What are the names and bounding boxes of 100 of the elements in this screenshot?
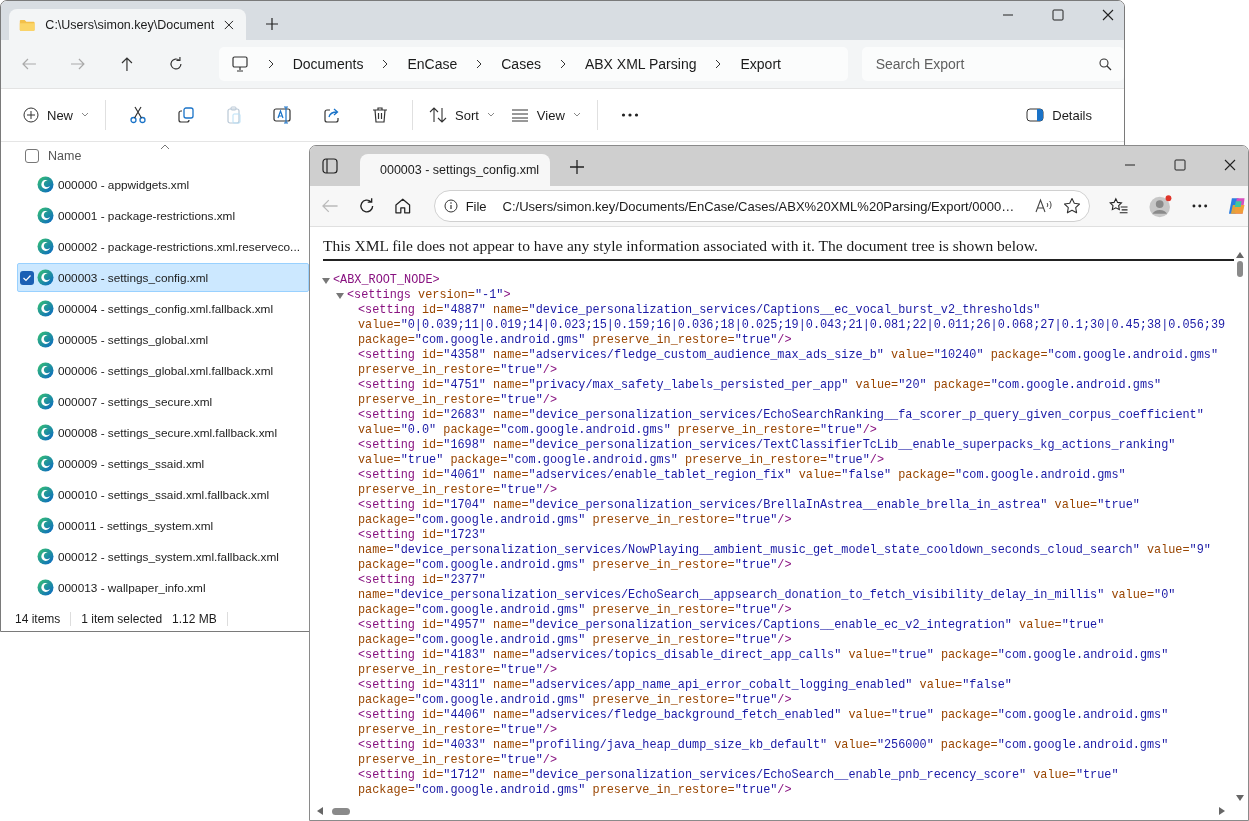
sort-arrows-icon: [429, 107, 447, 123]
xml-line: <setting id="1712" name="device_personalization_services/EchoSearch__enable_pnb_recency_score" value="true": [358, 768, 1119, 783]
file-row[interactable]: 000010 - settings_ssaid.xml.fallback.xml: [17, 480, 309, 509]
file-row[interactable]: 000013 - wallpaper_info.xml: [17, 573, 309, 602]
search-icon: [1099, 58, 1113, 71]
details-button[interactable]: Details: [1018, 101, 1100, 129]
file-name: 000007 - settings_secure.xml: [58, 394, 213, 409]
search-field[interactable]: Search Export: [861, 47, 1124, 81]
scroll-up-icon[interactable]: [1235, 251, 1245, 259]
breadcrumb-item[interactable]: Cases: [501, 56, 541, 72]
favorites-icon[interactable]: [1109, 197, 1129, 215]
expand-toggle-icon[interactable]: [336, 291, 344, 300]
breadcrumb-item[interactable]: ABX XML Parsing: [584, 56, 697, 72]
swirl-icon: [37, 486, 54, 503]
scroll-thumb[interactable]: [1237, 261, 1243, 277]
breadcrumb-item[interactable]: EnCase: [407, 56, 458, 72]
column-header[interactable]: Name: [48, 149, 82, 163]
select-all-checkbox[interactable]: [25, 149, 39, 163]
file-row[interactable]: 000005 - settings_global.xml: [17, 325, 309, 354]
star-icon[interactable]: [1063, 197, 1082, 215]
scissors-icon[interactable]: [129, 106, 147, 124]
file-row[interactable]: 000003 - settings_config.xml: [17, 263, 309, 292]
xml-line: <setting id="4033" name="profiling/java_heap_dump_size_kb_default" value="256000" package="com.google.android.gms": [358, 738, 1169, 753]
file-row[interactable]: 000000 - appwidgets.xml: [17, 170, 309, 199]
refresh-icon[interactable]: [357, 197, 376, 215]
more-icon[interactable]: [620, 112, 639, 118]
new-button[interactable]: New: [15, 101, 97, 129]
xml-line: <setting id="4061" name="adservices/enable_tablet_region_fix" value="false" package="com.google.android.gms": [358, 468, 1126, 483]
browser-tab[interactable]: 000003 - settings_config.xml: [360, 154, 550, 186]
file-row[interactable]: 000004 - settings_config.xml.fallback.xml: [17, 294, 309, 323]
file-row[interactable]: 000008 - settings_secure.xml.fallback.xml: [17, 418, 309, 447]
file-row[interactable]: 000012 - settings_system.xml.fallback.xml: [17, 542, 309, 571]
xml-line: value="0.0" package="com.google.android.gms" preserve_in_restore="true"/>: [358, 423, 877, 438]
breadcrumb-item[interactable]: Documents: [292, 56, 364, 72]
scroll-left-icon[interactable]: [316, 806, 324, 816]
file-name: 000010 - settings_ssaid.xml.fallback.xml: [58, 487, 270, 502]
rename-icon[interactable]: [273, 106, 293, 124]
xml-line: <setting id="4957" name="device_personalization_services/Captions__enable_ec_v2_integration" value="true": [358, 618, 1105, 633]
notice-text: This XML file does not appear to have any style information associated with it. The document tree is shown below.: [322, 236, 1039, 255]
view-button[interactable]: View: [502, 101, 589, 129]
close-icon[interactable]: [1224, 159, 1236, 171]
swirl-icon: [37, 176, 54, 193]
xml-line: preserve_in_restore="true"/>: [358, 723, 558, 738]
xml-line: <ABX_ROOT_NODE>: [333, 273, 440, 288]
xml-line: package="com.google.android.gms" preserve_in_restore="true"/>: [358, 693, 792, 708]
address-field[interactable]: File C:/Users/simon.key/Documents/EnCase/Cases/ABX%20XML%20Parsing/Export/0000…: [433, 190, 1091, 222]
xml-line: name="device_personalization_services/EchoSearch__appsearch_donation_to_fetch_visibility_delay_in_millis" value="0": [358, 588, 1176, 603]
sort-button[interactable]: Sort: [421, 101, 503, 129]
swirl-icon: [37, 362, 54, 379]
tab-actions-icon[interactable]: [322, 158, 338, 174]
xml-line: value="0|0.039;11|0.019;14|0.023;15|0.159;16|0.036;18|0.025;19|0.043;21|0.081;22|0.011;26|0.068;27|0.1;30|0.45;38|0.056;39: [358, 318, 1226, 333]
new-tab-icon[interactable]: [570, 160, 584, 174]
checkbox[interactable]: [20, 270, 34, 285]
profile-avatar[interactable]: [1147, 194, 1173, 218]
scroll-down-icon[interactable]: [1235, 794, 1245, 802]
xml-line: preserve_in_restore="true"/>: [358, 663, 558, 678]
address-bar[interactable]: Documents EnCase Cases ABX XML Parsing Export: [218, 47, 848, 81]
xml-line: <setting id="4887" name="device_personalization_services/Captions__ec_vocal_burst_v2_thresholds": [358, 303, 1041, 318]
expand-toggle-icon[interactable]: [322, 276, 330, 285]
file-row[interactable]: 000002 - package-restrictions.xml.reserveco...: [17, 232, 309, 261]
selection-info: 1 item selected: [81, 612, 163, 626]
maximize-icon[interactable]: [1052, 9, 1064, 21]
refresh-icon[interactable]: [167, 56, 184, 72]
xml-line: <setting id="1704" name="device_personalization_services/BrellaInAstrea__enable_brella_in_astrea" value="true": [358, 498, 1140, 513]
close-icon[interactable]: [1102, 9, 1114, 21]
url-scheme: File: [465, 198, 487, 214]
file-row[interactable]: 000001 - package-restrictions.xml: [17, 201, 309, 230]
share-icon[interactable]: [323, 106, 341, 124]
scroll-right-icon[interactable]: [1218, 806, 1226, 816]
maximize-icon[interactable]: [1174, 159, 1186, 171]
file-row[interactable]: 000011 - settings_system.xml: [17, 511, 309, 540]
home-icon[interactable]: [394, 197, 412, 215]
swirl-icon: [37, 579, 54, 596]
file-row[interactable]: 000006 - settings_global.xml.fallback.xml: [17, 356, 309, 385]
file-name: 000002 - package-restrictions.xml.reserveco...: [58, 239, 300, 254]
xml-line: package="com.google.android.gms" preserve_in_restore="true"/>: [358, 513, 792, 528]
swirl-icon: [37, 455, 54, 472]
file-name: 000008 - settings_secure.xml.fallback.xml: [58, 425, 277, 440]
new-tab-icon[interactable]: [266, 18, 278, 30]
explorer-tab[interactable]: C:\Users\simon.key\Document: [9, 9, 246, 40]
info-icon[interactable]: [443, 199, 458, 213]
breadcrumb-item[interactable]: Export: [740, 56, 781, 72]
chevron-icon: [381, 59, 390, 69]
scroll-thumb[interactable]: [332, 807, 350, 815]
swirl-icon: [37, 300, 54, 317]
copy-icon[interactable]: [177, 106, 195, 124]
sort-caret-icon[interactable]: [160, 144, 170, 150]
xml-line: <setting id="1698" name="device_personalization_services/TextClassifierTcLib__enable_superpacks_kg_actions_ranking": [358, 438, 1176, 453]
close-icon[interactable]: [224, 18, 234, 31]
chevron-icon: [475, 59, 484, 69]
selection-size: 1.12 MB: [172, 612, 217, 626]
file-row[interactable]: 000007 - settings_secure.xml: [17, 387, 309, 416]
swirl-icon: [37, 393, 54, 410]
xml-line: <setting id="4358" name="adservices/fledge_custom_audience_max_ads_size_b" value="10240" package="com.google.android.gms": [358, 348, 1219, 363]
xml-line: <setting id="4406" name="adservices/fledge_background_fetch_enabled" value="true" package="com.google.android.gms": [358, 708, 1169, 723]
xml-line: <setting id="4183" name="adservices/topics_disable_direct_app_calls" value="true" package="com.google.android.gms": [358, 648, 1169, 663]
swirl-icon: [37, 331, 54, 348]
trash-icon[interactable]: [371, 106, 389, 124]
more-icon[interactable]: [1191, 204, 1208, 208]
file-row[interactable]: 000009 - settings_ssaid.xml: [17, 449, 309, 478]
